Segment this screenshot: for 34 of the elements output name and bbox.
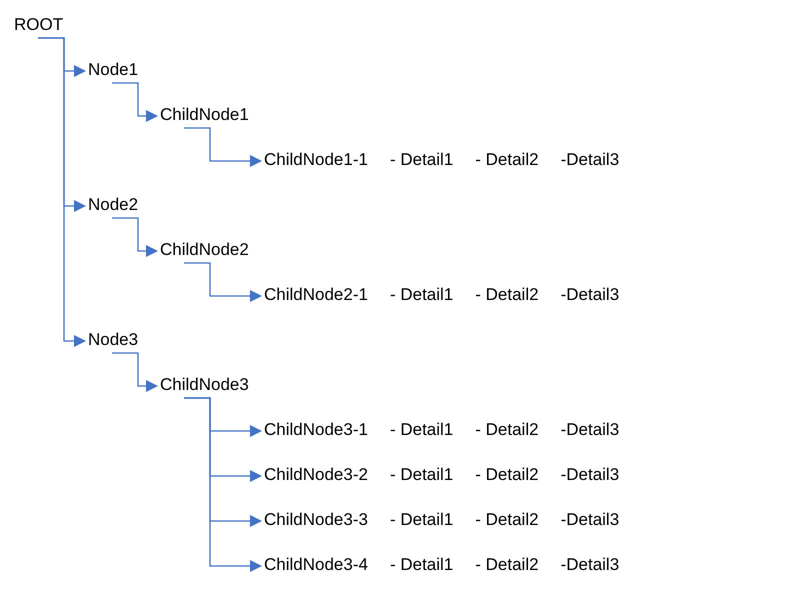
- node-detail: - Detail1: [390, 509, 454, 531]
- node-label: Node2: [88, 194, 138, 216]
- node-detail: -Detail3: [560, 149, 620, 171]
- node-detail: - Detail1: [390, 284, 454, 306]
- node-label: ChildNode1: [160, 104, 249, 126]
- node-detail: -Detail3: [560, 464, 620, 486]
- node-label: ChildNode3-2: [264, 464, 368, 486]
- node-detail: -Detail3: [560, 509, 620, 531]
- node-label: ChildNode3-1: [264, 419, 368, 441]
- node-label: ChildNode3-4: [264, 554, 368, 576]
- node-detail: - Detail1: [390, 419, 454, 441]
- node-detail: - Detail1: [390, 464, 454, 486]
- node-label: ChildNode1-1: [264, 149, 368, 171]
- node-detail: - Detail2: [475, 554, 539, 576]
- node-detail: -Detail3: [560, 284, 620, 306]
- node-label: ChildNode3: [160, 374, 249, 396]
- node-detail: - Detail1: [390, 149, 454, 171]
- node-label: ChildNode2: [160, 239, 249, 261]
- node-label: ROOT: [14, 14, 64, 36]
- node-detail: -Detail3: [560, 554, 620, 576]
- node-detail: - Detail2: [475, 419, 539, 441]
- node-label: ChildNode2-1: [264, 284, 368, 306]
- node-detail: - Detail2: [475, 464, 539, 486]
- node-detail: -Detail3: [560, 419, 620, 441]
- node-detail: - Detail2: [475, 149, 539, 171]
- node-label: Node1: [88, 59, 138, 81]
- node-label: Node3: [88, 329, 138, 351]
- node-label: ChildNode3-3: [264, 509, 368, 531]
- connector-arrow: [112, 217, 158, 257]
- node-detail: - Detail2: [475, 509, 539, 531]
- connector-arrow: [112, 352, 158, 392]
- node-detail: - Detail2: [475, 284, 539, 306]
- node-detail: - Detail1: [390, 554, 454, 576]
- connector-arrow: [112, 82, 158, 122]
